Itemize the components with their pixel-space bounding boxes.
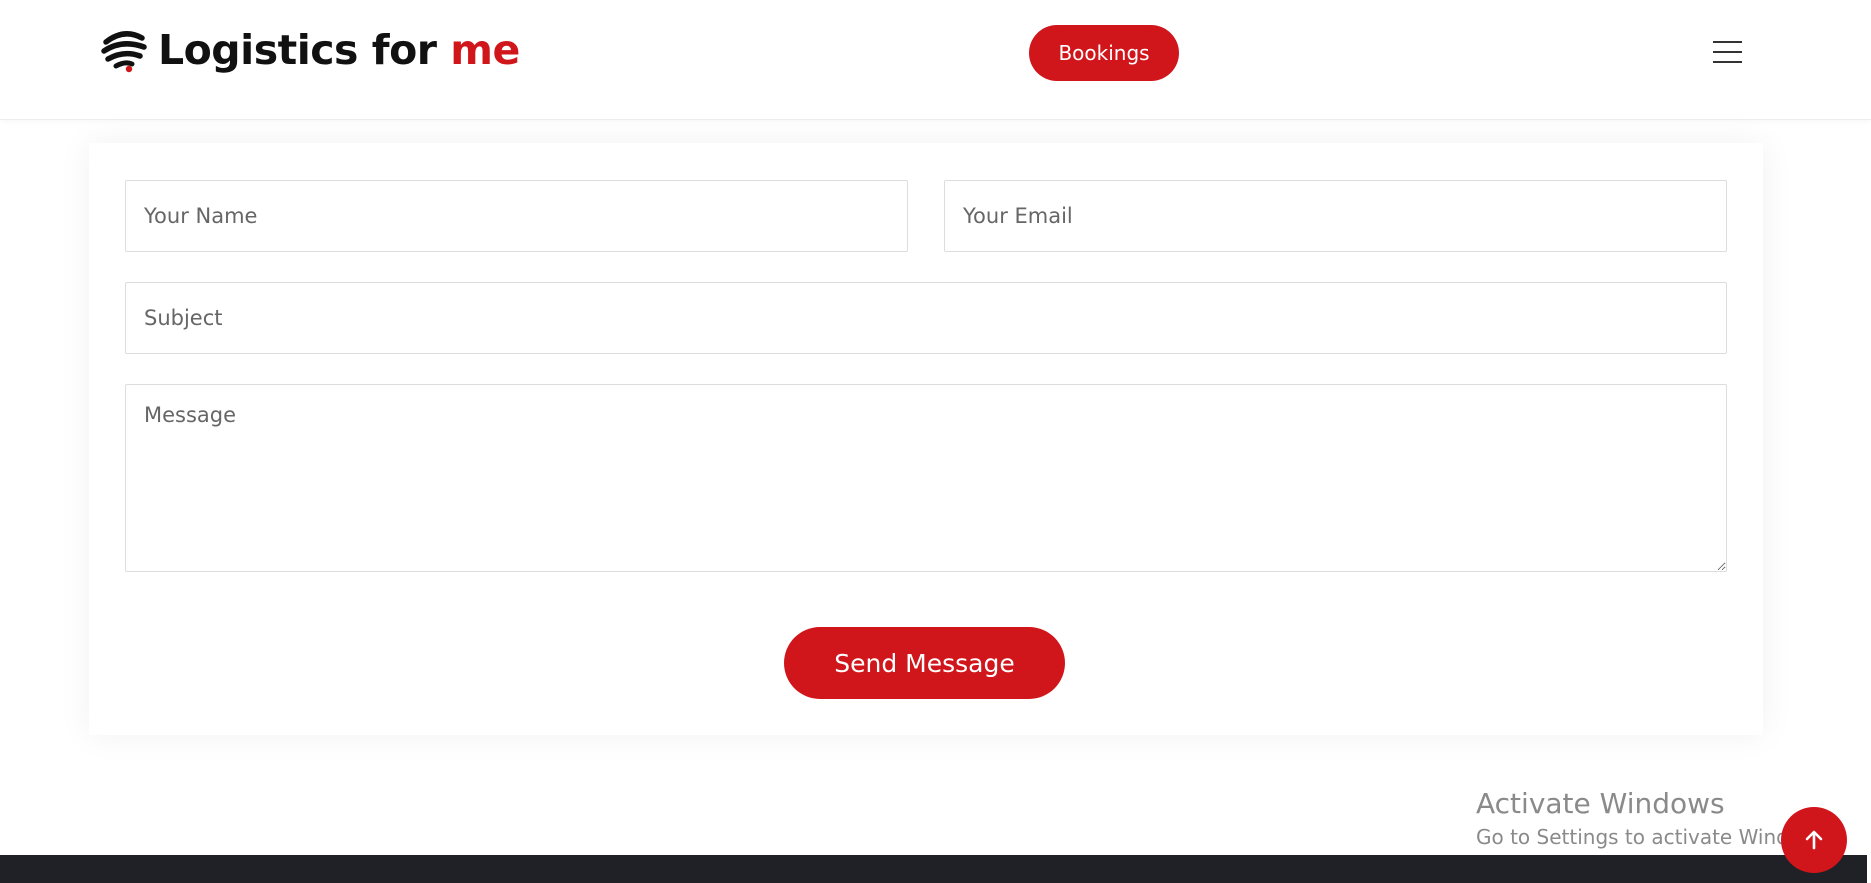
logo-icon: [101, 31, 147, 73]
send-message-button[interactable]: Send Message: [784, 627, 1065, 699]
logo-text: Logistics for me: [158, 26, 520, 74]
hamburger-line: [1713, 51, 1742, 53]
site-header: Logistics for me Bookings: [0, 0, 1871, 120]
logo-link[interactable]: Logistics for me: [100, 26, 520, 74]
hamburger-line: [1713, 61, 1742, 63]
email-input[interactable]: [944, 180, 1727, 252]
contact-form: Send Message: [89, 143, 1763, 735]
subject-input[interactable]: [125, 282, 1727, 354]
hamburger-line: [1713, 41, 1742, 43]
footer-strip: [0, 855, 1867, 883]
back-to-top-button[interactable]: [1781, 807, 1847, 873]
bookings-button[interactable]: Bookings: [1029, 25, 1179, 81]
page: Logistics for me Bookings Send Message A…: [0, 0, 1871, 883]
name-input[interactable]: [125, 180, 908, 252]
hamburger-menu-icon[interactable]: [1713, 38, 1742, 66]
message-textarea[interactable]: [125, 384, 1727, 572]
watermark-title: Activate Windows: [1476, 787, 1725, 820]
logo-text-main: Logistics for: [158, 26, 451, 74]
logo-text-accent: me: [450, 26, 520, 74]
arrow-up-icon: [1805, 830, 1823, 850]
